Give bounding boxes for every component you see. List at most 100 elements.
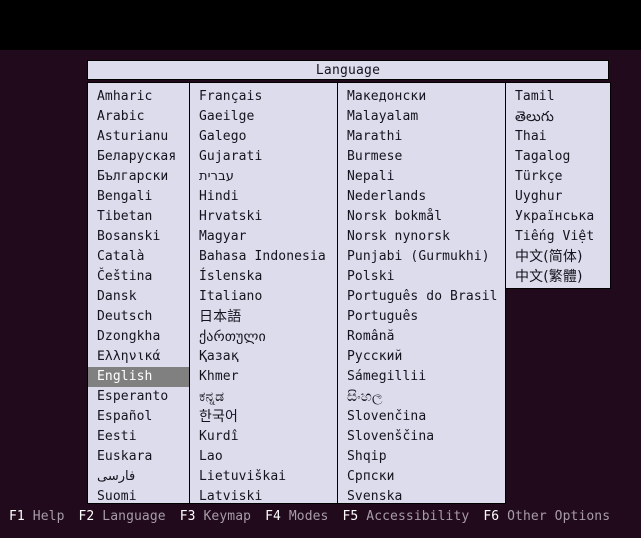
language-item[interactable]: Euskara — [88, 447, 189, 467]
language-item[interactable]: Slovenčina — [338, 407, 505, 427]
language-item[interactable]: فارسی — [88, 467, 189, 487]
language-item[interactable]: Tiếng Việt — [506, 227, 610, 247]
language-item[interactable]: עברית — [190, 167, 337, 187]
language-item[interactable]: Русский — [338, 347, 505, 367]
language-list-2: Français Gaeilge Galego Gujarati עברית Hindi H… — [190, 83, 337, 503]
function-key-f5[interactable]: F5 Accessibility — [342, 509, 469, 524]
language-item[interactable]: Sámegillii — [338, 367, 505, 387]
language-column-3[interactable]: Македонски Malayalam Marathi Burmese Nepali N… — [337, 82, 506, 504]
language-item[interactable]: Български — [88, 167, 189, 187]
language-item[interactable]: Lietuviškai — [190, 467, 337, 487]
language-item[interactable]: Bahasa Indonesia — [190, 247, 337, 267]
language-item[interactable]: Português do Brasil — [338, 287, 505, 307]
language-item[interactable]: Hindi — [190, 187, 337, 207]
language-item[interactable]: Amharic — [88, 87, 189, 107]
language-item[interactable]: සිංහල — [338, 387, 505, 407]
language-item[interactable]: Gaeilge — [190, 107, 337, 127]
language-item[interactable]: Ελληνικά — [88, 347, 189, 367]
language-item[interactable]: Esperanto — [88, 387, 189, 407]
language-item[interactable]: Norsk nynorsk — [338, 227, 505, 247]
function-key-label: Modes — [280, 509, 329, 524]
function-key-label: Language — [94, 509, 166, 524]
language-dialog: Language Amharic Arabic Asturianu Беларуска… — [87, 60, 611, 504]
language-item[interactable]: Thai — [506, 127, 610, 147]
language-column-4[interactable]: Tamil తెలుగు Thai Tagalog Türkçe Uyghur Україн… — [505, 82, 611, 289]
function-key-label: Accessibility — [358, 509, 470, 524]
language-item[interactable]: Svenska — [338, 487, 505, 503]
language-item[interactable]: Català — [88, 247, 189, 267]
language-item[interactable]: Bengali — [88, 187, 189, 207]
function-key-name: F1 — [9, 509, 25, 524]
language-item[interactable]: Punjabi (Gurmukhi) — [338, 247, 505, 267]
language-item[interactable]: Kurdî — [190, 427, 337, 447]
language-item[interactable]: Arabic — [88, 107, 189, 127]
language-item[interactable]: Tibetan — [88, 207, 189, 227]
language-item[interactable]: Marathi — [338, 127, 505, 147]
language-item[interactable]: English — [88, 367, 189, 387]
language-item[interactable]: Polski — [338, 267, 505, 287]
language-item[interactable]: Shqip — [338, 447, 505, 467]
language-item[interactable]: Latviski — [190, 487, 337, 503]
language-item[interactable]: Burmese — [338, 147, 505, 167]
language-item[interactable]: Dzongkha — [88, 327, 189, 347]
language-column-2[interactable]: Français Gaeilge Galego Gujarati עברית Hindi H… — [189, 82, 338, 504]
function-key-label: Help — [24, 509, 65, 524]
language-item[interactable]: Italiano — [190, 287, 337, 307]
language-item[interactable]: Suomi — [88, 487, 189, 503]
function-key-name: F6 — [483, 509, 500, 524]
language-item[interactable]: Қазақ — [190, 347, 337, 367]
language-item[interactable]: 한국어 — [190, 407, 337, 427]
function-key-label: Keymap — [195, 509, 252, 524]
language-item[interactable]: Português — [338, 307, 505, 327]
function-key-name: F4 — [265, 509, 281, 524]
language-item[interactable]: Khmer — [190, 367, 337, 387]
function-key-f1[interactable]: F1 Help — [9, 509, 65, 524]
language-item[interactable]: Eesti — [88, 427, 189, 447]
language-item[interactable]: ქართული — [190, 327, 337, 347]
language-item[interactable]: 中文(繁體) — [506, 267, 610, 287]
function-key-f2[interactable]: F2 Language — [79, 509, 166, 524]
function-key-name: F2 — [78, 509, 95, 524]
language-item[interactable]: Dansk — [88, 287, 189, 307]
language-item[interactable]: తెలుగు — [506, 107, 610, 127]
language-item[interactable]: Nederlands — [338, 187, 505, 207]
function-key-f4[interactable]: F4 Modes — [265, 509, 328, 524]
language-item[interactable]: Magyar — [190, 227, 337, 247]
language-item[interactable]: Gujarati — [190, 147, 337, 167]
function-key-name: F5 — [342, 509, 359, 524]
language-item[interactable]: 中文(简体) — [506, 247, 610, 267]
language-item[interactable]: Lao — [190, 447, 337, 467]
language-list-4: Tamil తెలుగు Thai Tagalog Türkçe Uyghur Україн… — [506, 83, 610, 287]
language-list-1: Amharic Arabic Asturianu Беларуская Българск… — [88, 83, 189, 503]
language-item[interactable]: Hrvatski — [190, 207, 337, 227]
language-item[interactable]: Čeština — [88, 267, 189, 287]
language-item[interactable]: Español — [88, 407, 189, 427]
language-item[interactable]: Türkçe — [506, 167, 610, 187]
language-item[interactable]: Беларуская — [88, 147, 189, 167]
language-item[interactable]: Tamil — [506, 87, 610, 107]
language-column-1[interactable]: Amharic Arabic Asturianu Беларуская Българск… — [87, 82, 190, 504]
dialog-title: Language — [87, 60, 609, 80]
language-list-3: Македонски Malayalam Marathi Burmese Nepali N… — [338, 83, 505, 503]
language-item[interactable]: Română — [338, 327, 505, 347]
language-item[interactable]: Norsk bokmål — [338, 207, 505, 227]
language-item[interactable]: Íslenska — [190, 267, 337, 287]
installer-screen: Language Amharic Arabic Asturianu Беларуска… — [0, 0, 641, 538]
language-item[interactable]: Deutsch — [88, 307, 189, 327]
language-item[interactable]: Galego — [190, 127, 337, 147]
function-key-f6[interactable]: F6 Other Options — [483, 509, 610, 524]
language-item[interactable]: Asturianu — [88, 127, 189, 147]
language-item[interactable]: Bosanski — [88, 227, 189, 247]
language-item[interactable]: Македонски — [338, 87, 505, 107]
language-item[interactable]: Malayalam — [338, 107, 505, 127]
language-item[interactable]: Français — [190, 87, 337, 107]
function-key-f3[interactable]: F3 Keymap — [180, 509, 251, 524]
language-item[interactable]: Српски — [338, 467, 505, 487]
language-item[interactable]: Uyghur — [506, 187, 610, 207]
language-item[interactable]: Slovenščina — [338, 427, 505, 447]
language-item[interactable]: ಕನ್ನಡ — [190, 387, 337, 407]
language-item[interactable]: Tagalog — [506, 147, 610, 167]
language-item[interactable]: 日本語 — [190, 307, 337, 327]
language-item[interactable]: Nepali — [338, 167, 505, 187]
language-item[interactable]: Українська — [506, 207, 610, 227]
